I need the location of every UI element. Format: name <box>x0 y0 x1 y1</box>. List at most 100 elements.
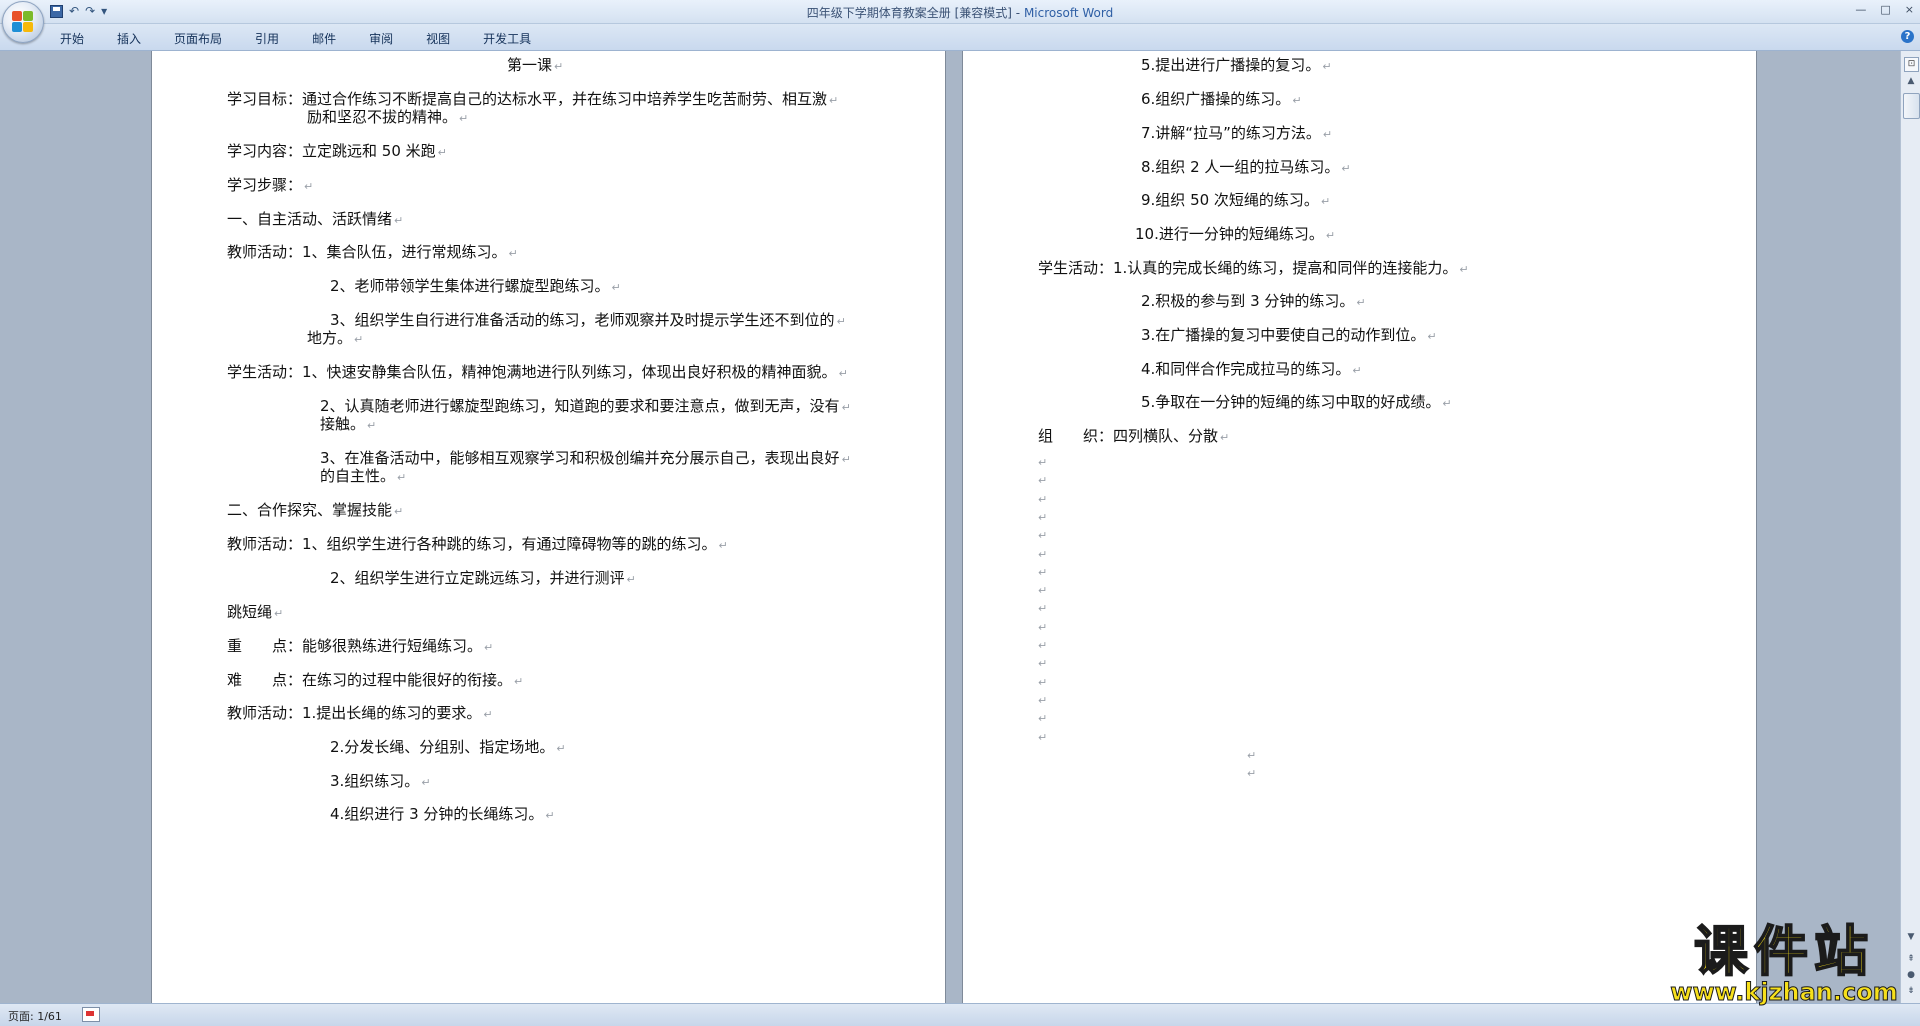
empty-paragraph-mark-icon: ↵ <box>1038 602 1048 616</box>
app-name: Microsoft Word <box>1023 6 1114 20</box>
paragraph-mark-icon: ↵ <box>514 675 524 688</box>
line-text: 学习内容：立定跳远和 50 米跑 <box>227 142 436 160</box>
paragraph-mark-icon: ↵ <box>484 641 494 654</box>
empty-paragraph-mark-icon: ↵ <box>1038 565 1048 579</box>
line-text: 4.组织进行 3 分钟的长绳练习。 <box>330 805 544 823</box>
line-text: 9.组织 50 次短绳的练习。 <box>1141 191 1319 209</box>
line-text: 2、组织学生进行立定跳远练习，并进行测评 <box>330 569 625 587</box>
document-line: 教师活动：1、集合队伍，进行常规练习。 ↵ <box>227 242 518 264</box>
next-page-icon[interactable]: ⇟ <box>1905 985 1917 997</box>
empty-paragraph-mark-icon: ↵ <box>1038 620 1048 634</box>
paragraph-mark-icon: ↵ <box>841 401 851 414</box>
paragraph-mark-icon: ↵ <box>1292 94 1302 107</box>
paragraph-mark-icon: ↵ <box>1341 162 1351 175</box>
empty-paragraph-mark-icon: ↵ <box>1038 474 1048 488</box>
document-line: 7.讲解“拉马”的练习方法。 ↵ <box>1141 123 1332 145</box>
line-text: 2、老师带领学生集体进行螺旋型跑练习。 <box>330 277 610 295</box>
line-text: 3、在准备活动中，能够相互观察学习和积极创编并充分展示自己，表现出良好 <box>320 449 840 467</box>
browse-object-icon[interactable]: ● <box>1905 969 1917 981</box>
scroll-thumb[interactable] <box>1903 93 1920 119</box>
empty-paragraph-mark-icon: ↵ <box>1038 584 1048 598</box>
minimize-button[interactable]: — <box>1855 2 1866 18</box>
line-text: 二、合作探究、掌握技能 <box>227 501 393 519</box>
paragraph-mark-icon: ↵ <box>545 809 555 822</box>
ribbon-tab-bar: 开始 插入 页面布局 引用 邮件 审阅 视图 开发工具 ? <box>0 24 1920 51</box>
paragraph-mark-icon: ↵ <box>841 453 851 466</box>
tab-home[interactable]: 开始 <box>60 30 84 47</box>
tab-references[interactable]: 引用 <box>255 30 279 47</box>
paragraph-mark-icon: ↵ <box>459 112 469 125</box>
empty-paragraph-mark-icon: ↵ <box>1038 730 1048 744</box>
line-text: 学习目标：通过合作练习不断提高自己的达标水平，并在练习中培养学生吃苦耐劳、相互激 <box>227 90 828 108</box>
tab-review[interactable]: 审阅 <box>369 30 393 47</box>
document-page-2[interactable]: 5.提出进行广播操的复习。 ↵ 6.组织广播操的练习。 ↵ 7.讲解“拉马”的练习方法。… <box>963 51 1756 1003</box>
paragraph-mark-icon: ↵ <box>354 333 364 346</box>
paragraph-mark-icon: ↵ <box>483 708 493 721</box>
office-button[interactable] <box>2 1 44 43</box>
help-icon[interactable]: ? <box>1901 30 1914 43</box>
paragraph-mark-icon: ↵ <box>274 607 284 620</box>
document-line: 3、组织学生自行进行准备活动的练习，老师观察并及时提示学生还不到位的 ↵ <box>330 310 846 332</box>
document-line: 2、组织学生进行立定跳远练习，并进行测评 ↵ <box>330 568 636 590</box>
document-line: 教师活动：1、组织学生进行各种跳的练习，有通过障碍物等的跳的练习。 ↵ <box>227 534 728 556</box>
view-ruler-icon[interactable]: ⊡ <box>1904 57 1919 72</box>
document-line: 8.组织 2 人一组的拉马练习。 ↵ <box>1141 157 1351 179</box>
empty-paragraph-mark-icon: ↵ <box>1038 657 1048 671</box>
document-line: 第一课 ↵ <box>507 55 563 77</box>
line-text: 2.积极的参与到 3 分钟的练习。 <box>1141 292 1355 310</box>
document-line: 组 织：四列横队、分散 ↵ <box>1038 426 1229 448</box>
scroll-down-icon[interactable]: ▼ <box>1905 931 1917 943</box>
line-text: 组 织：四列横队、分散 <box>1038 427 1219 445</box>
line-text: 5.提出进行广播操的复习。 <box>1141 56 1321 74</box>
document-line: 学习步骤： ↵ <box>227 175 313 197</box>
empty-paragraph-mark-icon: ↵ <box>1038 675 1048 689</box>
line-text: 一、自主活动、活跃情绪 <box>227 210 393 228</box>
document-line: 接触。 ↵ <box>320 414 376 436</box>
page-indicator[interactable]: 页面: 1/61 <box>8 1008 62 1024</box>
paragraph-mark-icon: ↵ <box>626 573 636 586</box>
empty-paragraph-mark-icon: ↵ <box>1038 510 1048 524</box>
line-text: 跳短绳 <box>227 603 273 621</box>
document-line: 3.在广播操的复习中要使自己的动作到位。 ↵ <box>1141 325 1437 347</box>
document-line: 难 点：在练习的过程中能很好的衔接。 ↵ <box>227 670 523 692</box>
document-line: 学生活动：1.认真的完成长绳的练习，提高和同伴的连接能力。 ↵ <box>1038 258 1469 280</box>
paragraph-mark-icon: ↵ <box>508 247 518 260</box>
line-text: 教师活动：1、集合队伍，进行常规练习。 <box>227 243 507 261</box>
empty-paragraph-mark-icon: ↵ <box>1247 767 1257 781</box>
document-line: 5.争取在一分钟的短绳的练习中取的好成绩。 ↵ <box>1141 392 1452 414</box>
watermark-brand: 课件站 <box>1693 919 1874 983</box>
tab-view[interactable]: 视图 <box>426 30 450 47</box>
tab-insert[interactable]: 插入 <box>117 30 141 47</box>
document-line: 5.提出进行广播操的复习。 ↵ <box>1141 55 1332 77</box>
document-line: 教师活动：1.提出长绳的练习的要求。 ↵ <box>227 703 493 725</box>
tab-page-layout[interactable]: 页面布局 <box>174 30 222 47</box>
paragraph-mark-icon: ↵ <box>611 281 621 294</box>
paragraph-mark-icon: ↵ <box>1220 431 1230 444</box>
line-text: 4.和同伴合作完成拉马的练习。 <box>1141 360 1351 378</box>
document-line: 4.和同伴合作完成拉马的练习。 ↵ <box>1141 359 1362 381</box>
line-text: 10.进行一分钟的短绳练习。 <box>1135 225 1324 243</box>
document-line: 2、老师带领学生集体进行螺旋型跑练习。 ↵ <box>330 276 621 298</box>
paragraph-mark-icon: ↵ <box>397 471 407 484</box>
scroll-up-icon[interactable]: ▲ <box>1905 75 1917 87</box>
document-page-1[interactable]: 第一课 ↵ 学习目标：通过合作练习不断提高自己的达标水平，并在练习中培养学生吃苦耐劳… <box>152 51 945 1003</box>
tab-mailings[interactable]: 邮件 <box>312 30 336 47</box>
spelling-check-icon[interactable] <box>82 1007 100 1022</box>
tab-developer[interactable]: 开发工具 <box>483 30 531 47</box>
close-button[interactable]: × <box>1905 2 1914 18</box>
document-line: 10.进行一分钟的短绳练习。 ↵ <box>1135 224 1335 246</box>
vertical-scrollbar[interactable]: ⊡ ▲ ▼ ⇞ ● ⇟ <box>1900 51 1920 1003</box>
line-text: 学生活动：1、快速安静集合队伍，精神饱满地进行队列练习，体现出良好积极的精神面貌… <box>227 363 837 381</box>
line-text: 3、组织学生自行进行准备活动的练习，老师观察并及时提示学生还不到位的 <box>330 311 835 329</box>
document-line: 的自主性。 ↵ <box>320 466 406 488</box>
empty-paragraph-mark-icon: ↵ <box>1038 639 1048 652</box>
line-text: 第一课 <box>507 56 553 74</box>
document-line: 跳短绳 ↵ <box>227 602 283 624</box>
paragraph-mark-icon: ↵ <box>1356 296 1366 309</box>
maximize-button[interactable]: □ <box>1880 2 1890 18</box>
paragraph-mark-icon: ↵ <box>437 146 447 159</box>
line-text: 3.在广播操的复习中要使自己的动作到位。 <box>1141 326 1426 344</box>
previous-page-icon[interactable]: ⇞ <box>1905 953 1917 965</box>
line-text: 地方。 <box>307 329 353 347</box>
title-bar: ↶ ↷ ▾ 四年级下学期体育教案全册 [兼容模式] - Microsoft Wo… <box>0 0 1920 43</box>
